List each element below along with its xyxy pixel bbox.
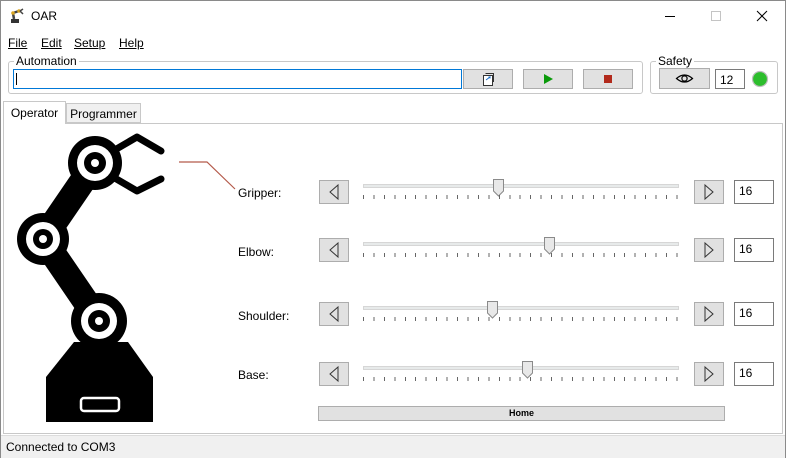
safety-view-button[interactable]	[659, 68, 710, 89]
shoulder-increase-button[interactable]	[694, 302, 724, 326]
left-arrow-icon	[329, 183, 339, 201]
right-arrow-icon	[704, 183, 714, 201]
close-button[interactable]	[739, 1, 785, 31]
left-arrow-icon	[329, 241, 339, 259]
window-title: OAR	[31, 9, 58, 23]
elbow-label: Elbow:	[238, 245, 275, 259]
shoulder-slider[interactable]	[363, 301, 679, 325]
left-arrow-icon	[329, 365, 339, 383]
elbow-increase-button[interactable]	[694, 238, 724, 262]
tab-operator-label: Operator	[10, 106, 59, 120]
connection-status: Connected to COM3	[6, 440, 116, 454]
gripper-label: Gripper:	[238, 186, 282, 200]
minimize-icon	[665, 16, 675, 17]
play-icon	[544, 74, 553, 84]
title-bar[interactable]: OAR	[1, 1, 785, 31]
tab-programmer-label: Programmer	[70, 107, 137, 121]
safety-legend: Safety	[658, 54, 693, 68]
base-label: Base:	[238, 368, 269, 382]
slider-ticks	[363, 253, 679, 257]
menu-setup[interactable]: Setup	[74, 36, 105, 50]
gripper-decrease-button[interactable]	[319, 180, 349, 204]
shoulder-decrease-button[interactable]	[319, 302, 349, 326]
home-button[interactable]: Home	[318, 406, 725, 421]
app-window: OAR File Edit Setup Help Automation Safe…	[0, 0, 786, 458]
menu-help[interactable]: Help	[119, 36, 144, 50]
menu-setup-label: Setup	[74, 36, 106, 50]
robot-arm-app-icon	[11, 8, 24, 23]
menu-help-label: Help	[119, 36, 144, 50]
base-decrease-button[interactable]	[319, 362, 349, 386]
automation-script-input[interactable]	[13, 69, 462, 89]
maximize-icon	[711, 11, 721, 21]
automation-legend: Automation	[16, 54, 77, 68]
elbow-slider[interactable]	[363, 237, 679, 261]
right-arrow-icon	[704, 365, 714, 383]
slider-ticks	[363, 195, 679, 199]
eye-icon	[675, 74, 694, 83]
elbow-value-field[interactable]: 16	[734, 238, 774, 262]
slider-ticks	[363, 377, 679, 381]
menu-bar: File Edit Setup Help	[1, 34, 785, 53]
slider-track	[363, 366, 679, 370]
slider-ticks	[363, 317, 679, 321]
open-file-icon	[483, 73, 494, 86]
play-button[interactable]	[523, 69, 573, 89]
open-script-button[interactable]	[463, 69, 513, 89]
base-increase-button[interactable]	[694, 362, 724, 386]
tab-operator[interactable]: Operator	[3, 101, 66, 124]
gripper-value-field[interactable]: 16	[734, 180, 774, 204]
menu-file-label: File	[8, 36, 28, 50]
shoulder-value-field[interactable]: 16	[734, 302, 774, 326]
maximize-button[interactable]	[693, 1, 739, 31]
stop-button[interactable]	[583, 69, 633, 89]
slider-track	[363, 242, 679, 246]
left-arrow-icon	[329, 305, 339, 323]
right-arrow-icon	[704, 241, 714, 259]
safety-value-field[interactable]: 12	[715, 69, 745, 89]
menu-edit-label: Edit	[41, 36, 62, 50]
gripper-increase-button[interactable]	[694, 180, 724, 204]
gripper-slider[interactable]	[363, 179, 679, 203]
stop-icon	[604, 75, 612, 83]
minimize-button[interactable]	[647, 1, 693, 31]
tab-programmer[interactable]: Programmer	[66, 103, 141, 123]
base-slider[interactable]	[363, 361, 679, 385]
status-indicator-light	[751, 70, 769, 88]
robot-arm-illustration	[17, 133, 236, 422]
slider-track	[363, 306, 679, 310]
right-arrow-icon	[704, 305, 714, 323]
slider-track	[363, 184, 679, 188]
menu-file[interactable]: File	[8, 36, 27, 50]
menu-edit[interactable]: Edit	[41, 36, 62, 50]
shoulder-label: Shoulder:	[238, 309, 290, 323]
text-caret	[16, 73, 17, 85]
base-value-field[interactable]: 16	[734, 362, 774, 386]
close-icon	[756, 10, 768, 22]
elbow-decrease-button[interactable]	[319, 238, 349, 262]
status-bar: Connected to COM3	[1, 435, 785, 458]
